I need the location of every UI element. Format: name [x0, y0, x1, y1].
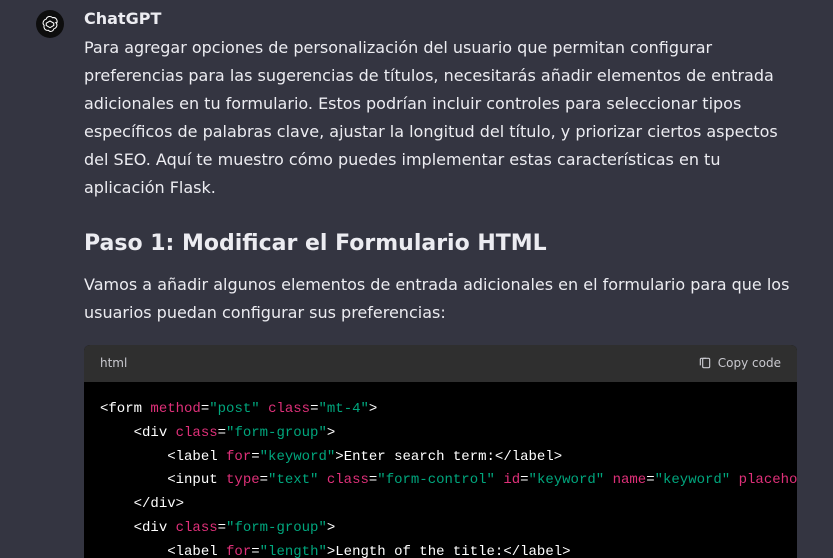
- t: method: [150, 401, 200, 417]
- t: <label: [167, 544, 226, 558]
- t: >: [327, 520, 335, 536]
- t: "mt-4": [319, 401, 369, 417]
- t: =: [260, 472, 268, 488]
- sender-name: ChatGPT: [84, 8, 797, 30]
- t: =: [251, 544, 259, 558]
- t: type: [226, 472, 260, 488]
- t: <input: [167, 472, 226, 488]
- paragraph-1: Para agregar opciones de personalización…: [84, 34, 797, 202]
- t: <div: [134, 520, 176, 536]
- t: "form-group": [226, 425, 327, 441]
- t: =: [218, 425, 226, 441]
- t: id: [503, 472, 520, 488]
- t: "keyword": [655, 472, 731, 488]
- t: "length": [260, 544, 327, 558]
- message-content: ChatGPT Para agregar opciones de persona…: [84, 8, 797, 558]
- t: for: [226, 544, 251, 558]
- t: =: [646, 472, 654, 488]
- t: =: [201, 401, 209, 417]
- t: >: [369, 401, 377, 417]
- t: class: [268, 401, 310, 417]
- t: =: [310, 401, 318, 417]
- code-block: html Copy code <form method="post" class…: [84, 345, 797, 558]
- t: </label>: [495, 449, 562, 465]
- assistant-avatar: [36, 10, 64, 38]
- t: class: [176, 425, 218, 441]
- t: class: [327, 472, 369, 488]
- t: >: [327, 425, 335, 441]
- copy-code-label: Copy code: [718, 353, 781, 374]
- t: "form-group": [226, 520, 327, 536]
- t: for: [226, 449, 251, 465]
- assistant-message: ChatGPT Para agregar opciones de persona…: [0, 0, 833, 558]
- t: =: [520, 472, 528, 488]
- t: "form-control": [377, 472, 495, 488]
- t: Enter search term:: [344, 449, 495, 465]
- t: =: [251, 449, 259, 465]
- code-header: html Copy code: [84, 345, 797, 382]
- clipboard-icon: [698, 356, 712, 370]
- t: "post": [209, 401, 259, 417]
- t: placehold: [739, 472, 797, 488]
- t: class: [176, 520, 218, 536]
- t: "text": [268, 472, 318, 488]
- t: name: [613, 472, 647, 488]
- t: "keyword": [260, 449, 336, 465]
- t: <form: [100, 401, 150, 417]
- t: "keyword": [529, 472, 605, 488]
- step-heading: Paso 1: Modificar el Formulario HTML: [84, 230, 797, 259]
- openai-icon: [41, 15, 59, 33]
- paragraph-2: Vamos a añadir algunos elementos de entr…: [84, 271, 797, 327]
- copy-code-button[interactable]: Copy code: [698, 353, 781, 374]
- t: </label>: [503, 544, 570, 558]
- t: <label: [167, 449, 226, 465]
- t: >: [335, 449, 343, 465]
- code-lang: html: [100, 353, 127, 374]
- t: <div: [134, 425, 176, 441]
- t: Length of the title:: [335, 544, 503, 558]
- t: </div>: [134, 496, 184, 512]
- code-content[interactable]: <form method="post" class="mt-4"> <div c…: [84, 382, 797, 558]
- t: =: [218, 520, 226, 536]
